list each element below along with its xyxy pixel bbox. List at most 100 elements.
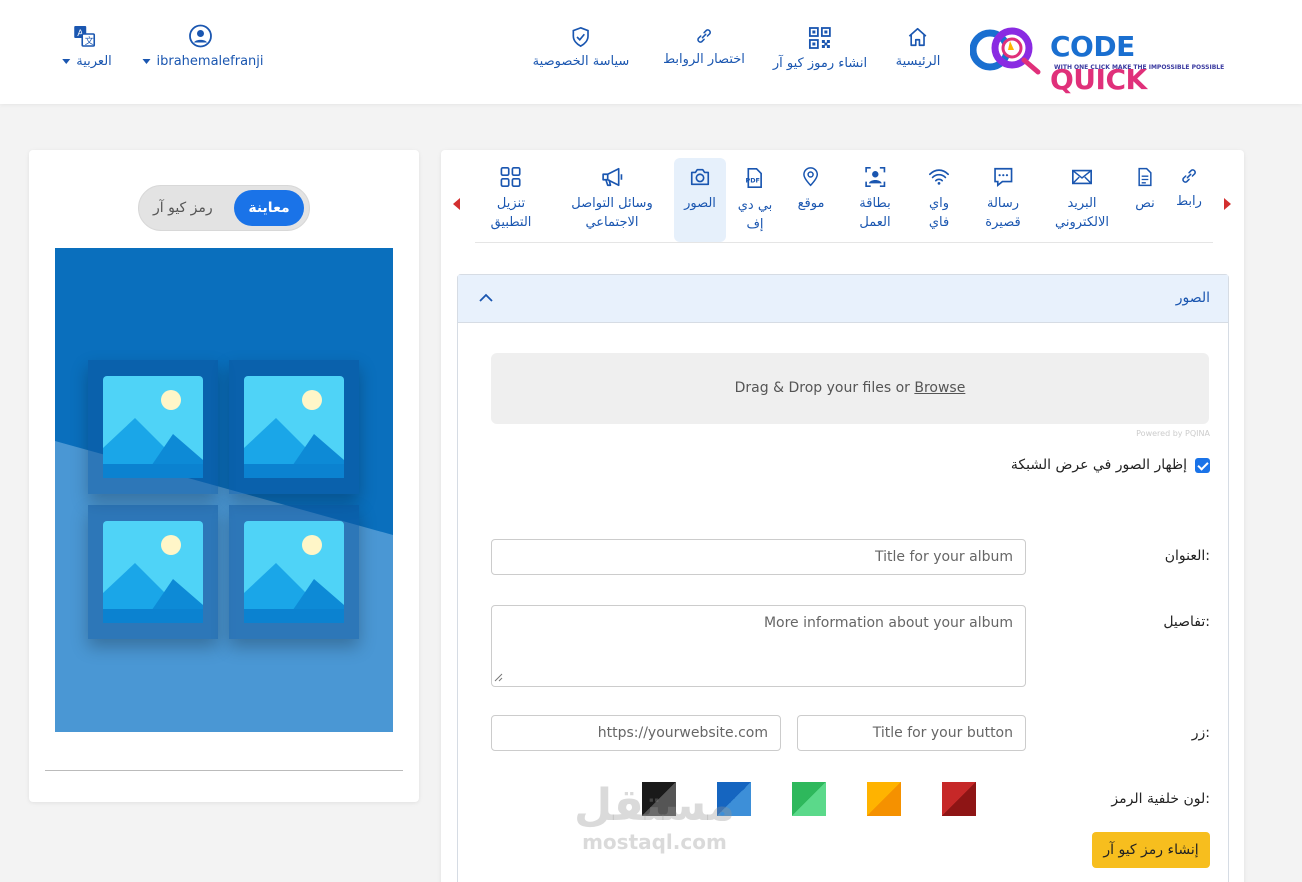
top-navbar: CODE QUICK WITH ONE CLICK MAKE THE IMPOS… [0, 0, 1302, 104]
tab-label: نص [1135, 196, 1155, 211]
code-quick-logo[interactable]: CODE QUICK WITH ONE CLICK MAKE THE IMPOS… [969, 24, 1232, 96]
tab-label: بطاقة العمل [859, 196, 891, 230]
translate-icon: A文 [74, 26, 95, 47]
shield-check-icon [572, 26, 590, 48]
tab-pdf[interactable]: PDF بي دي إف [737, 158, 773, 234]
images-section-header[interactable]: الصور [458, 275, 1228, 323]
gallery-image-tile [229, 360, 359, 494]
details-label: تفاصيل: [1163, 614, 1210, 630]
file-dropzone[interactable]: Drag & Drop your files or Browse [491, 353, 1209, 424]
tab-location[interactable]: موقع [797, 158, 825, 213]
swatch-green[interactable] [792, 782, 826, 816]
apps-grid-icon [501, 167, 521, 187]
grid-view-checkbox[interactable] [1195, 457, 1210, 473]
grid-view-label: إظهار الصور في عرض الشبكة [1010, 457, 1187, 473]
tab-images[interactable]: الصور [674, 158, 726, 242]
nav-create-qr-label: انشاء رموز كيو آر [772, 56, 868, 71]
chevron-up-icon[interactable] [478, 292, 494, 304]
tab-label: موقع [797, 196, 825, 211]
tab-label: البريد الالكتروني [1055, 196, 1109, 230]
tabs-divider [475, 242, 1213, 243]
chevron-down-icon [142, 59, 151, 64]
section-title: الصور [1175, 290, 1210, 306]
tabs-scroll-right-icon[interactable] [1224, 198, 1231, 210]
tab-wifi[interactable]: واي فاي [927, 158, 951, 232]
watermark-latin: mostaql.com [582, 830, 727, 854]
tab-label: الصور [684, 196, 716, 211]
tab-social-media[interactable]: وسائل التواصل الاجتماعي [571, 158, 653, 232]
preview-card: معاينة رمز كيو آر [29, 150, 419, 802]
tab-label: واي فاي [928, 196, 950, 230]
nav-shorten-links-label: اختصار الروابط [663, 52, 745, 67]
swatch-orange[interactable] [867, 782, 901, 816]
envelope-icon [1072, 169, 1092, 185]
dropzone-text: Drag & Drop your files or [734, 380, 915, 396]
gallery-image-tile [88, 505, 218, 639]
home-icon [909, 27, 927, 47]
chevron-down-icon [62, 59, 71, 64]
qr-toggle-option[interactable]: رمز كيو آر [153, 190, 213, 226]
logo-mark-icon [969, 27, 1041, 75]
tab-business-card[interactable]: بطاقة العمل [859, 158, 891, 232]
album-details-textarea[interactable]: More information about your album [491, 605, 1026, 687]
tab-app-download[interactable]: تنزيل التطبيق [490, 158, 532, 232]
camera-icon [690, 168, 710, 186]
tab-label: رابط [1176, 194, 1202, 209]
wifi-icon [929, 169, 949, 185]
album-title-input[interactable]: Title for your album [491, 539, 1026, 575]
logo-tagline: WITH ONE CLICK MAKE THE IMPOSSIBLE POSSI… [1054, 64, 1225, 71]
language-label: العربية [76, 54, 112, 69]
language-menu[interactable]: A文 العربية [56, 24, 112, 69]
link-icon [697, 29, 711, 43]
nav-shorten-links[interactable]: اختصار الروابط [663, 26, 745, 67]
nav-privacy-policy[interactable]: سياسة الخصوصية [532, 26, 630, 69]
tab-label: بي دي إف [737, 198, 773, 232]
nav-home-label: الرئيسية [895, 54, 941, 69]
swatch-red[interactable] [942, 782, 976, 816]
tab-email[interactable]: البريد الالكتروني [1055, 158, 1109, 232]
user-name: ibrahemalefranji [156, 54, 264, 69]
qr-form-card: رابط نص البريد الالكتروني رسالة قصيرة وا… [441, 150, 1244, 882]
megaphone-icon [602, 167, 622, 187]
button-url-input[interactable]: https://yourwebsite.com [491, 715, 781, 751]
button-label: زر: [1191, 725, 1210, 741]
image-placeholder-icon [103, 376, 203, 478]
image-placeholder-icon [244, 376, 344, 478]
user-menu[interactable]: ibrahemalefranji [136, 24, 264, 69]
title-label: العنوان: [1164, 548, 1210, 564]
divider [45, 770, 403, 771]
tab-label: رسالة قصيرة [985, 196, 1021, 230]
photo-gallery-preview [55, 248, 393, 732]
nav-create-qr[interactable]: انشاء رموز كيو آر [773, 26, 867, 71]
svg-text:文: 文 [85, 35, 94, 47]
tab-label: وسائل التواصل الاجتماعي [571, 196, 653, 230]
resize-handle-icon[interactable] [493, 672, 503, 682]
preview-toggle[interactable]: معاينة رمز كيو آر [138, 185, 310, 231]
bg-color-label: لون خلفية الرمز: [1111, 791, 1210, 807]
nav-privacy-policy-label: سياسة الخصوصية [532, 54, 630, 69]
tab-link[interactable]: رابط [1176, 158, 1202, 211]
image-placeholder-icon [103, 521, 203, 623]
svg-text:PDF: PDF [746, 177, 760, 185]
gallery-image-tile [88, 360, 218, 494]
mostaql-watermark: مستقل mostaql.com [574, 780, 735, 855]
images-section: الصور Drag & Drop your files or Browse P… [457, 274, 1229, 882]
create-qr-button[interactable]: إنشاء رمز كيو آر [1092, 832, 1210, 868]
user-circle-icon [188, 24, 212, 48]
powered-by-text: Powered by PQINA [1136, 429, 1210, 438]
button-title-input[interactable]: Title for your button [797, 715, 1026, 751]
image-placeholder-icon [244, 521, 344, 623]
nav-home[interactable]: الرئيسية [895, 26, 941, 69]
watermark-arabic: مستقل [574, 780, 735, 831]
link-icon [1182, 169, 1196, 183]
browse-link[interactable]: Browse [914, 380, 965, 396]
tab-text[interactable]: نص [1135, 158, 1155, 213]
sms-icon [993, 167, 1013, 187]
business-card-icon [865, 167, 885, 187]
logo-text: CODE QUICK [1050, 30, 1147, 96]
tab-sms[interactable]: رسالة قصيرة [985, 158, 1021, 232]
tabs-scroll-left-icon[interactable] [453, 198, 460, 210]
grid-view-option[interactable]: إظهار الصور في عرض الشبكة [1011, 457, 1210, 473]
tab-label: تنزيل التطبيق [490, 196, 532, 230]
preview-toggle-option[interactable]: معاينة [234, 190, 304, 226]
